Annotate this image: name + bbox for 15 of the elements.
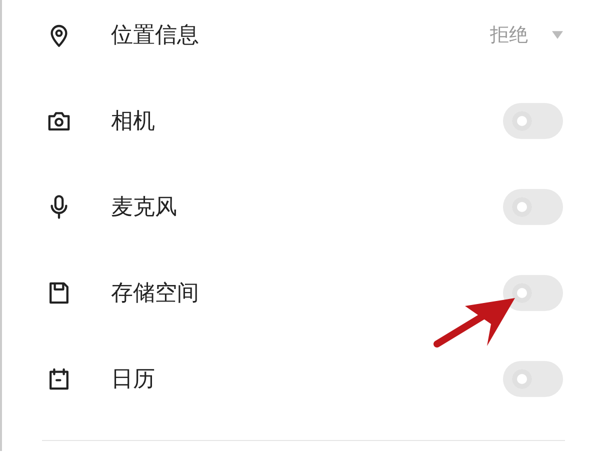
toggle-switch[interactable] [503, 103, 563, 139]
calendar-icon [48, 367, 70, 391]
microphone-icon [48, 195, 70, 219]
permission-label: 日历 [111, 366, 156, 394]
toggle-switch[interactable] [503, 189, 563, 225]
caret-icon [552, 31, 563, 39]
location-pin-icon [48, 23, 70, 47]
permission-label: 麦克风 [111, 194, 178, 222]
permission-label: 位置信息 [111, 22, 200, 50]
permission-label: 存储空间 [111, 280, 200, 308]
toggle-switch[interactable] [503, 275, 563, 311]
toggle-switch[interactable] [503, 361, 563, 397]
permission-label: 相机 [111, 108, 156, 136]
camera-icon [48, 109, 70, 133]
permission-dropdown[interactable]: 拒绝 [490, 22, 563, 48]
